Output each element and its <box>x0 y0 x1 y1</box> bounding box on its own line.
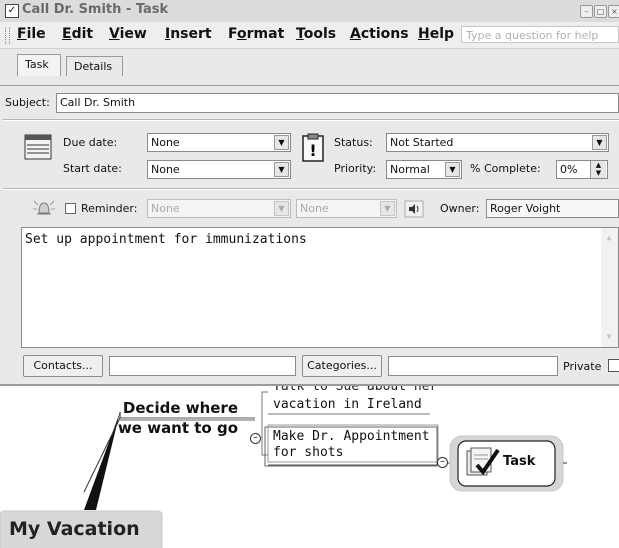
title-bar[interactable]: ✓ Call Dr. Smith - Task – □ × <box>0 0 619 23</box>
task-node[interactable]: Task <box>458 441 555 486</box>
menu-edit[interactable]: Edit <box>62 26 93 42</box>
divider <box>3 120 619 121</box>
appointment-line2[interactable]: for shots <box>273 445 343 461</box>
menu-actions[interactable]: Actions <box>350 26 409 42</box>
due-date-label: Due date: <box>63 136 118 149</box>
owner-label: Owner: <box>440 202 480 215</box>
menu-insert[interactable]: Insert <box>165 26 212 42</box>
window-title: Call Dr. Smith - Task <box>22 2 169 17</box>
status-field[interactable]: Not Started <box>386 133 609 152</box>
due-date-dropdown-icon[interactable]: ▼ <box>274 135 289 150</box>
task-notes-text: Set up appointment for immunizations <box>25 232 307 247</box>
collapse-appointment-icon[interactable]: – <box>437 457 448 468</box>
subject-label: Subject: <box>5 96 50 109</box>
scroll-down-icon[interactable]: ▼ <box>603 331 615 343</box>
private-label: Private <box>563 360 602 373</box>
help-search-input[interactable]: Type a question for help <box>461 26 619 43</box>
menu-help[interactable]: Help <box>418 26 454 42</box>
notes-scrollbar[interactable]: ▲ ▼ <box>601 228 618 347</box>
subject-field[interactable]: Call Dr. Smith <box>56 93 619 113</box>
svg-text:!: ! <box>309 141 316 160</box>
tab-strip: Task Details <box>0 48 619 78</box>
menu-file[interactable]: File <box>17 26 46 42</box>
priority-dropdown-icon[interactable]: ▼ <box>445 162 460 177</box>
menu-view[interactable]: View <box>109 26 147 42</box>
categories-field[interactable] <box>388 356 558 376</box>
menu-format[interactable]: Format <box>228 26 284 42</box>
start-date-dropdown-icon[interactable]: ▼ <box>274 162 289 177</box>
contacts-button[interactable]: Contacts... <box>23 355 103 377</box>
clipboard-icon: ! <box>302 133 324 162</box>
categories-button[interactable]: Categories... <box>302 355 382 377</box>
reminder-sound-icon[interactable] <box>404 200 424 218</box>
calendar-icon <box>24 134 52 160</box>
root-node[interactable]: My Vacation <box>9 518 140 540</box>
maximize-icon[interactable]: □ <box>594 5 607 18</box>
task-notes[interactable]: Set up appointment for immunizations ▲ ▼ <box>21 227 619 348</box>
vacation-topic[interactable]: vacation in Ireland <box>273 397 422 413</box>
reminder-checkbox[interactable] <box>65 203 76 214</box>
percent-complete-label: % Complete: <box>470 162 541 175</box>
menu-tools[interactable]: Tools <box>296 26 336 42</box>
contacts-field[interactable] <box>109 356 296 376</box>
owner-field[interactable]: Roger Voight <box>486 199 619 218</box>
scroll-up-icon[interactable]: ▲ <box>603 232 615 244</box>
tab-details[interactable]: Details <box>66 56 123 76</box>
reminder-date-dropdown-icon[interactable]: ▼ <box>274 201 289 216</box>
task-window: ✓ Call Dr. Smith - Task – □ × File Edit … <box>0 0 619 386</box>
priority-label: Priority: <box>334 162 377 175</box>
decide-topic-line2[interactable]: we want to go <box>105 418 238 438</box>
status-label: Status: <box>334 136 373 149</box>
minimize-icon[interactable]: – <box>580 5 593 18</box>
appointment-line1[interactable]: Make Dr. Appointment <box>273 429 430 445</box>
toolbar-grip-icon[interactable] <box>5 27 10 44</box>
due-date-field[interactable]: None <box>147 133 291 152</box>
collapse-decide-icon[interactable]: – <box>250 433 261 444</box>
menu-bar: File Edit View Insert Format Tools Actio… <box>0 22 619 49</box>
task-label: Task <box>503 454 536 469</box>
reminder-date-field[interactable]: None <box>147 199 291 218</box>
start-date-field[interactable]: None <box>147 160 291 179</box>
tab-task[interactable]: Task <box>17 54 61 76</box>
reminder-time-dropdown-icon[interactable]: ▼ <box>380 201 395 216</box>
close-icon[interactable]: × <box>608 5 619 18</box>
private-checkbox[interactable] <box>608 359 619 372</box>
percent-complete-spinner[interactable]: ▲ ▼ <box>590 161 606 178</box>
tab-divider <box>0 85 619 86</box>
divider <box>3 189 619 190</box>
status-dropdown-icon[interactable]: ▼ <box>592 135 607 150</box>
reminder-label: Reminder: <box>81 202 138 215</box>
reminder-bell-icon[interactable] <box>32 198 56 220</box>
task-window-icon: ✓ <box>5 4 19 18</box>
start-date-label: Start date: <box>63 162 122 175</box>
task-icon <box>466 447 500 476</box>
decide-topic-line1[interactable]: Decide where <box>105 398 238 418</box>
